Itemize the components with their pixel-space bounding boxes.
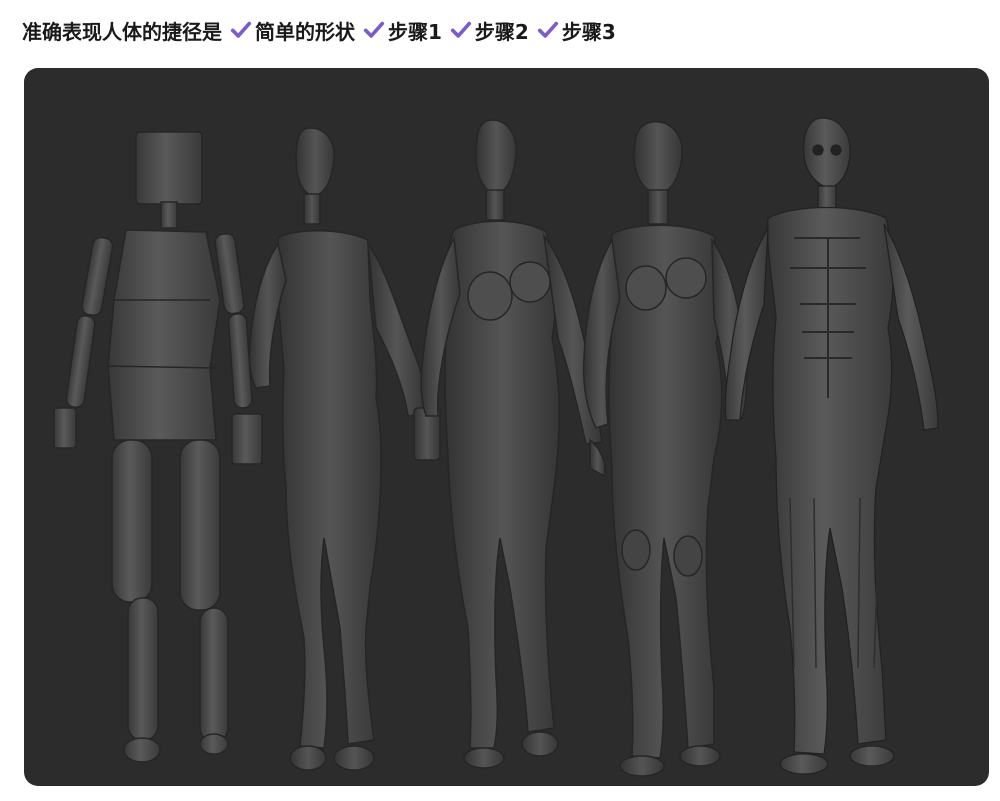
figures-illustration bbox=[53, 117, 939, 777]
step-3: 步骤3 bbox=[533, 16, 616, 45]
step-1: 步骤1 bbox=[359, 16, 442, 45]
anatomy-figure bbox=[724, 117, 939, 775]
check-icon bbox=[363, 21, 385, 38]
simple-shapes-figure bbox=[53, 131, 263, 763]
step2-figure bbox=[420, 119, 606, 769]
step3-figure bbox=[582, 121, 748, 777]
figure-image-panel bbox=[24, 68, 989, 786]
step-simple-shapes: 简单的形状 bbox=[226, 16, 355, 45]
step1-figure bbox=[248, 127, 441, 771]
step-label: 步骤1 bbox=[388, 19, 442, 44]
check-icon bbox=[537, 21, 558, 38]
step-2: 步骤2 bbox=[446, 16, 529, 45]
check-icon bbox=[450, 21, 472, 38]
check-icon bbox=[230, 21, 252, 38]
step-label: 简单的形状 bbox=[255, 19, 355, 44]
title-bar: 准确表现人体的捷径是 简单的形状 步骤1 步骤2 步骤3 bbox=[22, 12, 616, 48]
title-intro: 准确表现人体的捷径是 bbox=[22, 19, 222, 44]
step-label: 步骤2 bbox=[474, 19, 529, 44]
step-label: 步骤3 bbox=[561, 19, 616, 44]
